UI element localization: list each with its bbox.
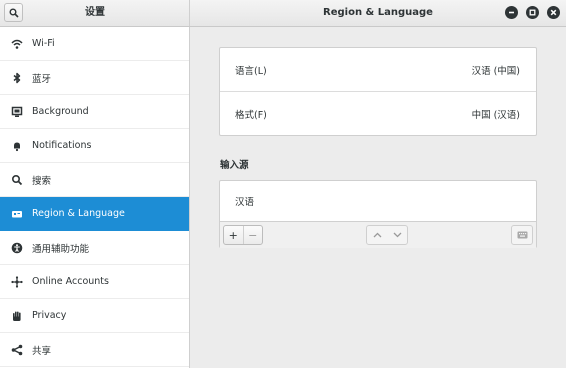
sidebar-item-privacy[interactable]: Privacy (0, 299, 189, 333)
accessibility-icon (11, 242, 23, 254)
sidebar-item-accessibility[interactable]: 通用辅助功能 (0, 231, 189, 265)
sidebar-item-label: Wi-Fi (32, 38, 55, 49)
close-button[interactable] (547, 6, 560, 19)
share-icon (11, 344, 23, 356)
move-up-button[interactable] (367, 226, 387, 244)
input-source-item[interactable]: 汉语 (220, 181, 536, 222)
formats-label: 格式(F) (235, 110, 267, 121)
header-bar: 设置 Region & Language (0, 0, 566, 27)
sidebar-item-label: Privacy (32, 310, 67, 321)
search-icon (9, 8, 19, 18)
chevron-up-icon (373, 232, 381, 238)
minimize-button[interactable] (505, 6, 518, 19)
bluetooth-icon (11, 72, 23, 84)
sidebar: Wi-Fi 蓝牙 Background Notifications 搜索 Reg… (0, 27, 190, 368)
sidebar-item-label: 搜索 (32, 175, 52, 187)
formats-row[interactable]: 格式(F) 中国 (汉语) (220, 92, 536, 136)
sidebar-item-label: 蓝牙 (32, 73, 52, 85)
wifi-icon (11, 38, 23, 50)
input-sources-list: 汉语 + − (219, 180, 537, 248)
privacy-hand-icon (11, 310, 23, 322)
sidebar-item-region-language[interactable]: Region & Language (0, 197, 189, 231)
region-icon (11, 208, 23, 220)
move-down-button[interactable] (387, 226, 407, 244)
search-icon (11, 174, 23, 186)
sidebar-item-label: 通用辅助功能 (32, 243, 90, 255)
sidebar-item-notifications[interactable]: Notifications (0, 129, 189, 163)
sidebar-item-wifi[interactable]: Wi-Fi (0, 27, 189, 61)
maximize-icon (529, 9, 536, 16)
sidebar-item-label: 共享 (32, 345, 52, 357)
chevron-down-icon (393, 232, 401, 238)
add-input-source-button[interactable]: + (224, 226, 243, 244)
language-value: 汉语 (中国) (471, 65, 520, 77)
remove-input-source-button[interactable]: − (243, 226, 262, 244)
online-accounts-icon (11, 275, 23, 288)
region-language-panel: 语言(L) 汉语 (中国) 格式(F) 中国 (汉语) 输入源 汉语 + − (191, 27, 566, 368)
background-icon (11, 106, 23, 118)
reorder-group (366, 225, 408, 245)
sidebar-item-label: Background (32, 106, 89, 117)
language-label: 语言(L) (235, 65, 267, 77)
language-row[interactable]: 语言(L) 汉语 (中国) (220, 48, 536, 92)
search-toggle-button[interactable] (4, 3, 23, 22)
keyboard-layout-button[interactable] (511, 225, 533, 245)
input-sources-toolbar: + − (220, 222, 536, 248)
keyboard-icon (517, 231, 527, 239)
sidebar-item-background[interactable]: Background (0, 95, 189, 129)
add-remove-group: + − (223, 225, 263, 245)
sidebar-item-label: Notifications (32, 140, 92, 151)
input-sources-title: 输入源 (220, 160, 249, 171)
language-format-card: 语言(L) 汉语 (中国) 格式(F) 中国 (汉语) (219, 47, 537, 136)
close-icon (550, 9, 557, 16)
sidebar-item-online-accounts[interactable]: Online Accounts (0, 265, 189, 299)
sidebar-item-label: Region & Language (32, 208, 125, 219)
sidebar-item-label: Online Accounts (32, 276, 109, 287)
sidebar-item-search[interactable]: 搜索 (0, 163, 189, 197)
bell-icon (11, 140, 23, 152)
maximize-button[interactable] (526, 6, 539, 19)
sidebar-item-bluetooth[interactable]: 蓝牙 (0, 61, 189, 95)
sidebar-item-sharing[interactable]: 共享 (0, 333, 189, 367)
formats-value: 中国 (汉语) (471, 110, 520, 121)
minimize-icon (509, 11, 514, 14)
header-left (0, 0, 190, 26)
